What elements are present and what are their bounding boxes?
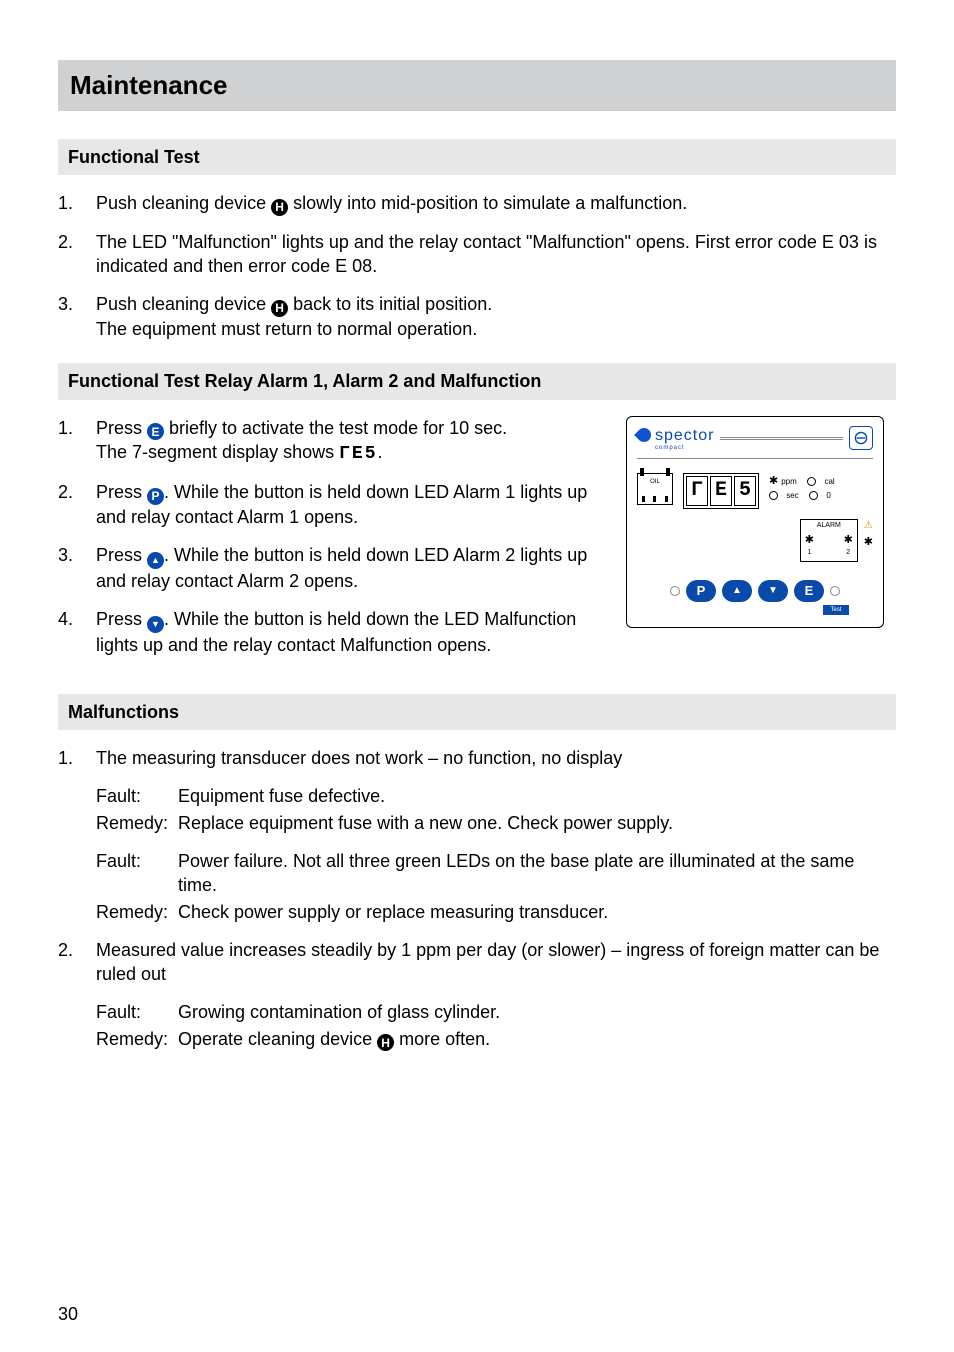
h-icon: H bbox=[271, 199, 288, 216]
item-head: Measured value increases steadily by 1 p… bbox=[96, 938, 896, 987]
remedy-text: Operate cleaning device H more often. bbox=[178, 1027, 896, 1052]
remedy-label: Remedy: bbox=[96, 900, 178, 924]
section-functional-test: Functional Test bbox=[58, 139, 896, 175]
section-relay-test: Functional Test Relay Alarm 1, Alarm 2 a… bbox=[58, 363, 896, 399]
item-number: 2. bbox=[58, 938, 96, 987]
fault-label: Fault: bbox=[96, 1000, 178, 1024]
step-text: The LED "Malfunction" lights up and the … bbox=[96, 230, 896, 279]
step-number: 2. bbox=[58, 230, 96, 279]
malfunction-list: 2. Measured value increases steadily by … bbox=[58, 938, 896, 987]
fault-text: Power failure. Not all three green LEDs … bbox=[178, 849, 896, 898]
item-head: The measuring transducer does not work –… bbox=[96, 746, 896, 770]
step-text: Press ▲. While the button is held down L… bbox=[96, 543, 606, 593]
step-text: Press ▼. While the button is held down t… bbox=[96, 607, 606, 657]
fault-block: Fault:Equipment fuse defective. Remedy:R… bbox=[96, 784, 896, 835]
up-arrow-icon: ▲ bbox=[147, 552, 164, 569]
e-icon: E bbox=[147, 423, 164, 440]
remedy-label: Remedy: bbox=[96, 811, 178, 835]
step-number: 1. bbox=[58, 191, 96, 216]
step-text: Push cleaning device H back to its initi… bbox=[96, 292, 896, 341]
device-logo: spector bbox=[655, 425, 714, 447]
fault-block: Fault:Power failure. Not all three green… bbox=[96, 849, 896, 924]
device-buttons: P ▲ ▼ E bbox=[637, 580, 873, 602]
fault-text: Equipment fuse defective. bbox=[178, 784, 896, 808]
p-icon: P bbox=[147, 488, 164, 505]
step-text: Press E briefly to activate the test mod… bbox=[96, 416, 606, 467]
fault-block: Fault:Growing contamination of glass cyl… bbox=[96, 1000, 896, 1051]
page-title: Maintenance bbox=[58, 60, 896, 111]
test-label: Test bbox=[823, 605, 849, 615]
step-number: 2. bbox=[58, 480, 96, 529]
down-button[interactable]: ▼ bbox=[758, 580, 788, 602]
step-number: 4. bbox=[58, 607, 96, 657]
device-panel: spector compact OIL bbox=[626, 416, 884, 629]
e-button[interactable]: E bbox=[794, 580, 824, 602]
section-malfunctions: Malfunctions bbox=[58, 694, 896, 730]
warning-indicator: ⚠ ✱ bbox=[864, 519, 873, 549]
h-icon: H bbox=[377, 1034, 394, 1051]
malfunction-list: 1. The measuring transducer does not wor… bbox=[58, 746, 896, 770]
fault-label: Fault: bbox=[96, 849, 178, 898]
screw-icon bbox=[830, 586, 840, 596]
relay-test-steps: 1. Press E briefly to activate the test … bbox=[58, 416, 606, 658]
seven-segment-display: Γ E 5 bbox=[683, 473, 759, 509]
step-text: Push cleaning device H slowly into mid-p… bbox=[96, 191, 896, 216]
alarm-indicator: ALARM ✱1 ✱2 bbox=[800, 519, 858, 562]
item-number: 1. bbox=[58, 746, 96, 770]
screw-icon bbox=[670, 586, 680, 596]
h-icon: H bbox=[271, 300, 288, 317]
page-number: 30 bbox=[58, 1302, 78, 1326]
gestra-icon bbox=[849, 426, 873, 450]
oil-indicator: OIL bbox=[637, 473, 673, 505]
step-number: 3. bbox=[58, 292, 96, 341]
remedy-label: Remedy: bbox=[96, 1027, 178, 1052]
step-number: 1. bbox=[58, 416, 96, 467]
remedy-text: Check power supply or replace measuring … bbox=[178, 900, 896, 924]
logo-mark-icon bbox=[634, 425, 654, 445]
down-arrow-icon: ▼ bbox=[147, 616, 164, 633]
up-button[interactable]: ▲ bbox=[722, 580, 752, 602]
unit-leds: ✱ppm cal sec 0 bbox=[769, 473, 835, 502]
step-text: Press P. While the button is held down L… bbox=[96, 480, 606, 529]
step-number: 3. bbox=[58, 543, 96, 593]
fault-text: Growing contamination of glass cylinder. bbox=[178, 1000, 896, 1024]
p-button[interactable]: P bbox=[686, 580, 716, 602]
fault-label: Fault: bbox=[96, 784, 178, 808]
remedy-text: Replace equipment fuse with a new one. C… bbox=[178, 811, 896, 835]
seven-segment-value: ΓE5 bbox=[339, 444, 377, 464]
functional-test-steps: 1. Push cleaning device H slowly into mi… bbox=[58, 191, 896, 341]
